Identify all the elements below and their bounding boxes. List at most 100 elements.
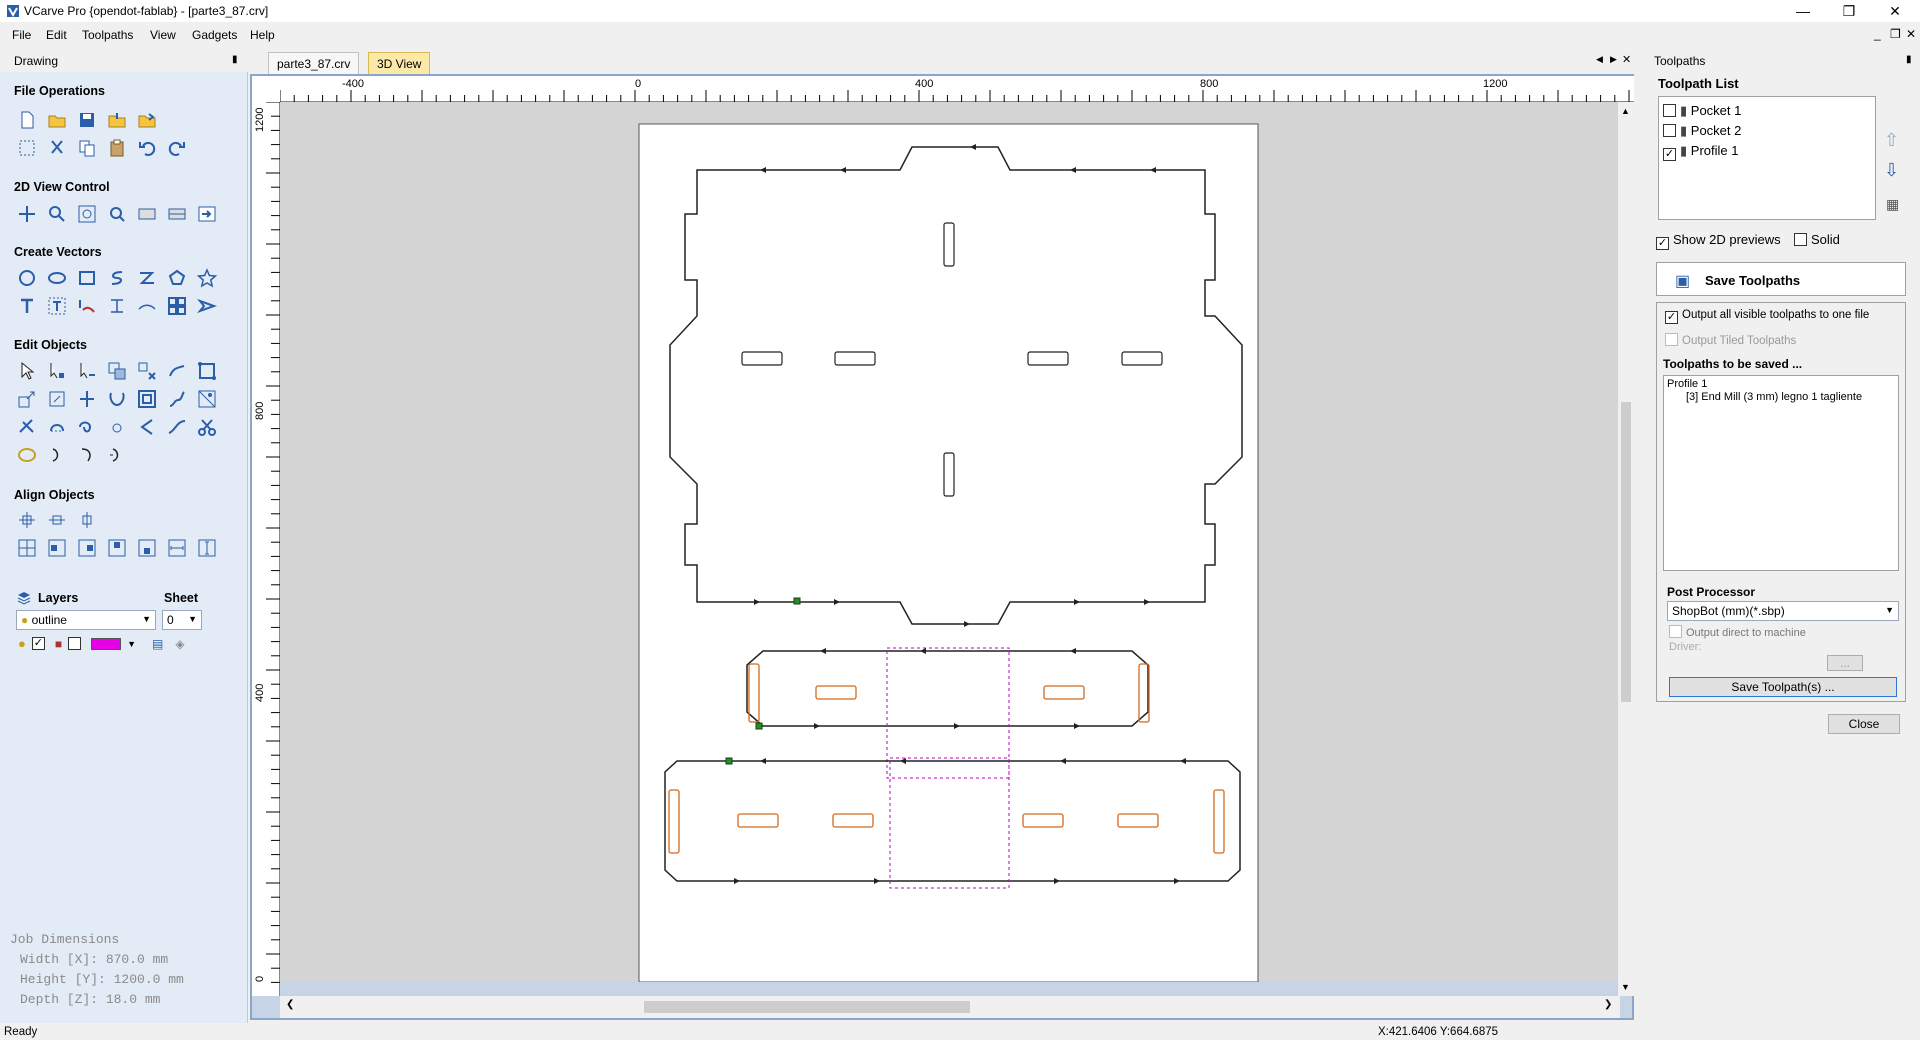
menu-file[interactable]: File (12, 28, 31, 42)
show-2d-previews-checkbox[interactable]: ✓ (1656, 237, 1669, 250)
menu-edit[interactable]: Edit (46, 28, 67, 42)
solid-option[interactable]: Solid (1794, 232, 1840, 247)
save-toolpaths-button[interactable]: Save Toolpath(s) ... (1669, 677, 1897, 697)
output-direct-option[interactable]: Output direct to machine (1669, 625, 1806, 639)
tab-prev-icon[interactable]: ◀ (1596, 54, 1603, 65)
scroll-up-icon[interactable]: ▲ (1621, 106, 1630, 116)
import-icon[interactable] (104, 108, 129, 132)
maximize-button[interactable]: ❐ (1826, 0, 1872, 22)
vertical-scrollbar[interactable]: ▲ ▼ (1618, 102, 1634, 996)
node-edit-icon[interactable] (44, 359, 69, 383)
layer-lock-icon[interactable]: ■ (55, 637, 62, 651)
array-icon[interactable] (164, 294, 189, 318)
mdi-restore-button[interactable]: ❐ (1890, 27, 1901, 41)
select-all-icon[interactable] (14, 136, 39, 160)
offset-icon[interactable] (134, 387, 159, 411)
trim-icon[interactable] (14, 415, 39, 439)
view-layers-icon[interactable] (164, 202, 189, 226)
tab-3d-view[interactable]: 3D View (368, 52, 431, 74)
zoom-selection-icon[interactable] (104, 202, 129, 226)
pin-icon[interactable]: ▮ (1906, 54, 1912, 65)
menu-help[interactable]: Help (250, 28, 275, 42)
menu-view[interactable]: View (150, 28, 176, 42)
pan-icon[interactable] (14, 202, 39, 226)
menu-gadgets[interactable]: Gadgets (192, 28, 237, 42)
distribute-horizontal-icon[interactable] (164, 536, 189, 560)
join-icon[interactable] (104, 387, 129, 411)
align-right-icon[interactable] (74, 536, 99, 560)
save-icon[interactable] (74, 108, 99, 132)
drawing-viewport[interactable] (280, 102, 1620, 982)
align-bottom-icon[interactable] (134, 536, 159, 560)
layer-filled-checkbox[interactable] (68, 637, 82, 650)
toolpath-visible-checkbox[interactable] (1663, 124, 1676, 137)
chevron-down-icon[interactable]: ▼ (127, 639, 136, 649)
export-icon[interactable] (134, 108, 159, 132)
star-icon[interactable] (194, 266, 219, 290)
ellipse-icon[interactable] (44, 266, 69, 290)
toolpath-visible-checkbox[interactable] (1663, 104, 1676, 117)
distribute-vertical-icon[interactable] (194, 536, 219, 560)
show-2d-previews-option[interactable]: ✓ Show 2D previews (1656, 232, 1781, 250)
boundary-icon[interactable] (14, 443, 39, 467)
align-center-icon[interactable] (14, 508, 39, 532)
copy-icon[interactable] (74, 136, 99, 160)
align-left-icon[interactable] (44, 536, 69, 560)
dimension-icon[interactable] (104, 294, 129, 318)
new-file-icon[interactable] (14, 108, 39, 132)
close-window-button[interactable]: ✕ (1872, 0, 1918, 22)
scroll-left-icon[interactable]: ❮ (286, 999, 294, 1010)
scissors-icon[interactable] (194, 415, 219, 439)
tab-document[interactable]: parte3_87.crv (268, 52, 360, 74)
close-vector-icon[interactable] (44, 415, 69, 439)
curve-icon[interactable] (134, 266, 159, 290)
zoom-icon[interactable] (44, 202, 69, 226)
rotate-icon[interactable] (44, 387, 69, 411)
pin-icon[interactable]: ▮ (232, 54, 238, 65)
polyline-icon[interactable] (104, 266, 129, 290)
output-direct-checkbox[interactable] (1669, 625, 1682, 638)
layer-visible-checkbox[interactable]: ✓ (31, 637, 45, 650)
horizontal-scroll-thumb[interactable] (644, 1001, 970, 1013)
layer-color-swatch[interactable] (91, 637, 122, 650)
toolpath-visible-checkbox[interactable]: ✓ (1663, 148, 1676, 161)
move-up-icon[interactable]: ⇧ (1884, 130, 1899, 151)
select-pointer-icon[interactable] (14, 359, 39, 383)
mdi-close-button[interactable]: ✕ (1906, 27, 1916, 41)
arc-flip-icon[interactable] (104, 443, 129, 467)
menu-toolpaths[interactable]: Toolpaths (82, 28, 133, 42)
horizontal-scrollbar[interactable]: ❮ ❯ (280, 996, 1620, 1018)
vertical-scroll-thumb[interactable] (1621, 402, 1631, 702)
toolpath-summary-icon[interactable]: ▦ (1886, 196, 1899, 213)
toolpath-item[interactable]: ▮ Pocket 2 (1663, 121, 1741, 141)
bridge-icon[interactable] (104, 415, 129, 439)
output-tiled-option[interactable]: Output Tiled Toolpaths (1665, 333, 1796, 347)
weld-icon[interactable] (164, 359, 189, 383)
solid-checkbox[interactable] (1794, 233, 1807, 246)
post-processor-select[interactable]: ShopBot (mm)(*.sbp) ▼ (1667, 601, 1899, 621)
ungroup-icon[interactable] (134, 359, 159, 383)
open-file-icon[interactable] (44, 108, 69, 132)
output-all-option[interactable]: ✓ Output all visible toolpaths to one fil… (1665, 309, 1869, 324)
output-tiled-checkbox[interactable] (1665, 333, 1678, 346)
polygon-icon[interactable] (164, 266, 189, 290)
fillet-icon[interactable] (164, 387, 189, 411)
scroll-right-icon[interactable]: ❯ (1604, 999, 1612, 1010)
scale-icon[interactable] (14, 387, 39, 411)
minimize-button[interactable]: — (1780, 0, 1826, 22)
layer-manager-icon[interactable]: ▤ (152, 637, 163, 651)
driver-browse-button[interactable]: ... (1827, 655, 1863, 671)
toolpath-item[interactable]: ✓ ▮ Profile 1 (1663, 141, 1741, 161)
output-all-checkbox[interactable]: ✓ (1665, 311, 1678, 324)
zoom-extents-icon[interactable] (74, 202, 99, 226)
move-down-icon[interactable]: ⇩ (1884, 160, 1899, 181)
scroll-down-icon[interactable]: ▼ (1621, 982, 1630, 992)
nesting-icon[interactable] (194, 387, 219, 411)
align-vertical-icon[interactable] (74, 508, 99, 532)
text-arc-icon[interactable] (134, 294, 159, 318)
undo-icon[interactable] (134, 136, 159, 160)
transform-icon[interactable] (74, 359, 99, 383)
arc-in-icon[interactable] (44, 443, 69, 467)
view-material-icon[interactable] (134, 202, 159, 226)
layer-delete-icon[interactable]: ◈ (175, 637, 184, 651)
